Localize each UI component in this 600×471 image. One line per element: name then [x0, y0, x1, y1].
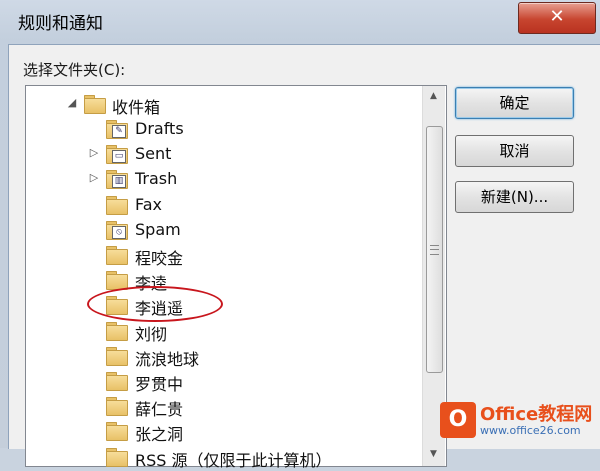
tree-item-label: RSS 源（仅限于此计算机）: [135, 450, 332, 470]
tree-row[interactable]: 刘彻: [26, 319, 416, 344]
tree-item-label: 程咬金: [135, 249, 184, 268]
tree-row[interactable]: ▷ ▭ Sent: [26, 142, 416, 166]
inbox-folder-icon: [84, 95, 106, 114]
tree-item-label: 薛仁贵: [135, 400, 184, 420]
scroll-down-arrow-icon[interactable]: ▼: [425, 446, 442, 463]
folder-select-label: 选择文件夹(C):: [23, 61, 126, 79]
folder-icon: [106, 447, 128, 467]
tree-item-label: Spam: [135, 219, 181, 239]
title-bar: 规则和通知 ✕: [0, 0, 600, 44]
tree-row[interactable]: Fax: [26, 193, 416, 217]
folder-tree[interactable]: ◢ 收件箱 ✎ Drafts ▷ ▭ Sent ▷ ▥ Trash Fax ⦸ Spam 程咬金 李逵李…: [25, 85, 447, 470]
tree-row[interactable]: ▷ ▥ Trash: [26, 167, 416, 191]
tree-item-label: 刘彻: [135, 324, 168, 344]
spam-folder-icon: ⦸: [106, 220, 128, 240]
scroll-thumb[interactable]: [426, 126, 443, 373]
expand-arrow-icon[interactable]: ▷: [88, 171, 100, 185]
tree-row-inbox[interactable]: ◢ 收件箱: [26, 92, 416, 117]
tree-row[interactable]: 程咬金: [26, 243, 416, 268]
trash-folder-icon: ▥: [106, 170, 128, 190]
scroll-up-arrow-icon[interactable]: ▲: [425, 88, 442, 105]
folder-icon: [106, 195, 128, 215]
tree-row[interactable]: ✎ Drafts: [26, 117, 416, 141]
rules-dialog-window: 规则和通知 ✕ 选择文件夹(C): ◢ 收件箱 ✎ Drafts ▷ ▭ Sent ▷ ▥ T…: [0, 0, 600, 470]
tree-row[interactable]: RSS 源（仅限于此计算机）: [26, 445, 416, 470]
tree-row[interactable]: 张之洞: [26, 419, 416, 445]
tree-row[interactable]: 流浪地球: [26, 344, 416, 369]
expand-arrow-icon[interactable]: ▷: [88, 146, 100, 160]
watermark-logo: O Office教程网 www.office26.com: [436, 398, 600, 448]
tree-item-label: Trash: [135, 169, 178, 189]
close-icon: ✕: [549, 6, 565, 27]
new-folder-button[interactable]: 新建(N)...: [455, 181, 574, 213]
folder-icon: [106, 271, 128, 291]
collapse-arrow-icon[interactable]: ◢: [66, 96, 78, 110]
grip-icon: [430, 245, 439, 255]
tree-item-label: 罗贯中: [135, 375, 184, 394]
watermark-brand: Office教程网: [480, 404, 593, 425]
ok-button[interactable]: 确定: [455, 87, 574, 119]
close-button[interactable]: ✕: [518, 2, 596, 34]
folder-icon: [106, 246, 128, 265]
tree-row[interactable]: 罗贯中: [26, 369, 416, 394]
highlight-annotation: [87, 286, 223, 322]
dialog-body: 选择文件夹(C): ◢ 收件箱 ✎ Drafts ▷ ▭ Sent ▷ ▥ Trash Fax ⦸…: [8, 44, 600, 470]
drafts-folder-icon: ✎: [106, 120, 128, 139]
tree-row[interactable]: 薛仁贵: [26, 394, 416, 420]
tree-item-label: Drafts: [135, 119, 184, 138]
tree-item-label: 张之洞: [135, 425, 184, 445]
sent-folder-icon: ▭: [106, 145, 128, 165]
watermark-url: www.office26.com: [480, 424, 581, 437]
folder-icon: [106, 397, 128, 417]
tree-row[interactable]: ⦸ Spam: [26, 218, 416, 242]
tree-item-label: Sent: [135, 144, 172, 164]
tree-item-label: 收件箱: [112, 98, 161, 117]
cancel-button[interactable]: 取消: [455, 135, 574, 167]
folder-icon: [106, 321, 128, 341]
tree-item-label: Fax: [135, 194, 163, 214]
office-logo-icon: O: [440, 402, 476, 438]
folder-icon: [106, 422, 128, 442]
tree-row[interactable]: 李逵: [26, 268, 416, 293]
folder-icon: [106, 346, 128, 366]
tree-item-label: 流浪地球: [135, 349, 200, 369]
window-title: 规则和通知: [18, 14, 103, 34]
folder-icon: [106, 372, 128, 391]
